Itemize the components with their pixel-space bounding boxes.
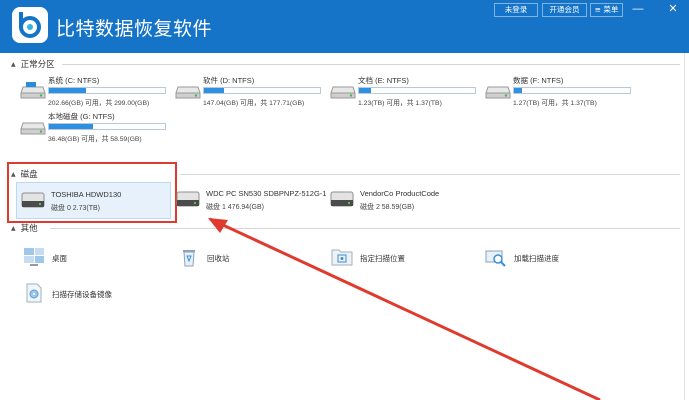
annotation-arrow xyxy=(208,217,601,400)
